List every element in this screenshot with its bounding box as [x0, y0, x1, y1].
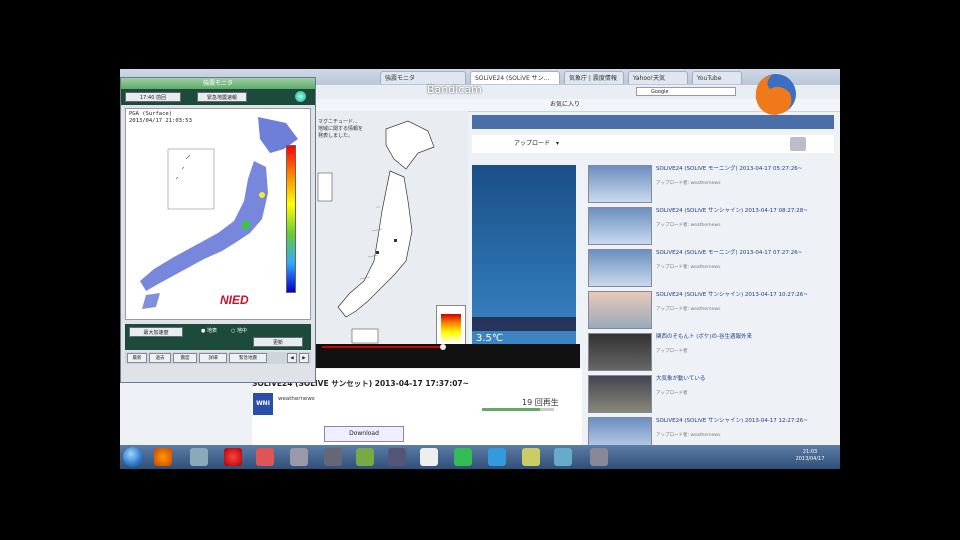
kmon-toolbar: 17:40 前回 緊急地震速報	[121, 89, 315, 105]
radio-surface[interactable]: ● 地表	[201, 327, 217, 334]
channel-name-link[interactable]: weathernews	[278, 396, 315, 402]
tab-detail[interactable]: 詳細	[199, 353, 227, 363]
app-taskbar-icon[interactable]	[388, 448, 406, 466]
map-notice-text: マグニチュード... 地域に関する情報を 発表しました。	[318, 119, 364, 139]
kyoshin-monitor-window: 強震モニタ 17:40 前回 緊急地震速報 PGA (Surface) 2013…	[120, 77, 316, 383]
prev-arrow-icon[interactable]: ◀	[287, 353, 297, 363]
tab-latest[interactable]: 最新	[127, 353, 147, 363]
related-title[interactable]: SOLiVE24 (SOLiVE サンシャイン) 2013-04-17 10:2…	[656, 292, 826, 299]
firefox-logo-icon	[755, 74, 796, 115]
nied-logo: NIED	[220, 293, 249, 307]
windows-taskbar: 21:03 2013/04/17	[120, 445, 840, 469]
video-thumbnail[interactable]	[588, 375, 652, 413]
app-taskbar-icon[interactable]	[590, 448, 608, 466]
intensity-map-panel: マグニチュード... 地域に関する情報を 発表しました。	[316, 111, 468, 351]
start-button[interactable]	[123, 447, 143, 467]
app-taskbar-icon[interactable]	[324, 448, 342, 466]
acceleration-color-scale	[286, 145, 296, 293]
progress-bar[interactable]	[322, 346, 442, 348]
tab-intensity[interactable]: 震度	[173, 353, 197, 363]
related-meta: アップロード者: weathernews	[656, 265, 721, 270]
radio-surface-label: 地表	[206, 328, 217, 334]
related-meta: アップロード者: weathernews	[656, 223, 721, 228]
video-controls-bar[interactable]	[316, 344, 580, 368]
channel-logo[interactable]: WNI	[253, 393, 273, 415]
watermark: Bandicam	[427, 83, 482, 96]
app-taskbar-icon[interactable]	[554, 448, 572, 466]
app-taskbar-icon[interactable]	[454, 448, 472, 466]
video-thumbnail[interactable]	[588, 333, 652, 371]
video-lower-bar	[472, 317, 576, 331]
pga-map: PGA (Surface) 2013/04/17 21:03:53 NIED	[125, 108, 311, 320]
app-taskbar-icon[interactable]	[190, 448, 208, 466]
related-meta: アップロード者: weathernews	[656, 433, 721, 438]
system-clock[interactable]: 21:03 2013/04/17	[784, 449, 836, 463]
skype-taskbar-icon[interactable]	[488, 448, 506, 466]
view-count: 19 回再生	[522, 398, 559, 407]
related-title[interactable]: 関西のそもんト (ボケ)の-谷生週報外来	[656, 334, 826, 341]
radio-underground[interactable]: ○ 地中	[231, 327, 247, 334]
like-ratio-bar	[482, 408, 554, 411]
firefox-taskbar-icon[interactable]	[154, 448, 172, 466]
related-meta: アップロード者: weathernews	[656, 181, 721, 186]
youtube-header-bar	[472, 115, 834, 129]
clock-date: 2013/04/17	[795, 456, 825, 462]
app-taskbar-icon[interactable]	[290, 448, 308, 466]
clock-time: 21:03	[802, 449, 818, 455]
app-taskbar-icon[interactable]	[420, 448, 438, 466]
avatar[interactable]	[790, 137, 806, 151]
radio-underground-label: 地中	[236, 328, 247, 334]
next-arrow-icon[interactable]: ▶	[299, 353, 309, 363]
related-meta: アップロード者	[656, 391, 688, 396]
progress-handle[interactable]	[440, 344, 446, 350]
app-taskbar-icon[interactable]	[356, 448, 374, 466]
related-title[interactable]: SOLiVE24 (SOLiVE サンシャイン) 2013-04-17 08:2…	[656, 208, 826, 215]
app-taskbar-icon[interactable]	[224, 448, 242, 466]
kmon-tab-bar: 最新 過去 震度 詳細 緊急地震 ◀ ▶	[125, 352, 311, 364]
download-button[interactable]: Download	[324, 426, 404, 442]
tab-jma[interactable]: 気象庁 | 震度情報	[564, 71, 624, 84]
previous-button[interactable]: 17:40 前回	[125, 92, 181, 102]
video-player[interactable]	[472, 165, 576, 345]
related-title[interactable]: SOLiVE24 (SOLiVE モーニング) 2013-04-17 07:27…	[656, 250, 826, 257]
folder-taskbar-icon[interactable]	[522, 448, 540, 466]
window-title[interactable]: 強震モニタ	[121, 78, 315, 89]
chevron-down-icon: ▾	[556, 140, 560, 147]
video-thumbnail[interactable]	[588, 291, 652, 329]
app-taskbar-icon[interactable]	[256, 448, 274, 466]
related-meta: アップロード者: weathernews	[656, 307, 721, 312]
related-title[interactable]: 大気象が動いている	[656, 376, 826, 383]
temperature-readout: 3.5℃	[476, 333, 504, 344]
video-thumbnail[interactable]	[588, 165, 652, 203]
tab-past[interactable]: 過去	[149, 353, 171, 363]
tab-solive[interactable]: SOLiVE24 (SOLiVE サン...	[470, 71, 560, 84]
refresh-icon[interactable]	[295, 91, 306, 102]
measurement-select[interactable]: 最大加速度	[129, 327, 183, 337]
tab-eew[interactable]: 緊急地震	[229, 353, 267, 363]
japan-station-map	[140, 117, 298, 309]
tab-youtube[interactable]: YouTube	[692, 71, 742, 84]
video-thumbnail[interactable]	[588, 207, 652, 245]
upload-dropdown[interactable]: アップロード	[514, 135, 550, 153]
youtube-nav-row: アップロード ▾	[472, 135, 834, 153]
desktop-screen: SOLiVE24 (SOLiVE サン... 強震モニタ 気象庁 | 震度情報 …	[120, 69, 840, 469]
search-input[interactable]: Google	[636, 87, 736, 96]
update-button[interactable]: 更新	[253, 337, 303, 347]
eew-button[interactable]: 緊急地震速報	[197, 92, 247, 102]
tab-yahoo-weather[interactable]: Yahoo!天気	[628, 71, 688, 84]
kmon-controls: 最大加速度 ● 地表 ○ 地中 更新	[125, 324, 311, 350]
related-title[interactable]: SOLiVE24 (SOLiVE サンシャイン) 2013-04-17 12:2…	[656, 418, 826, 425]
related-meta: アップロード者	[656, 349, 688, 354]
bookmark-favorites[interactable]: お気に入り	[550, 99, 580, 111]
related-title[interactable]: SOLiVE24 (SOLiVE モーニング) 2013-04-17 05:27…	[656, 166, 826, 173]
related-videos-list: SOLiVE24 (SOLiVE モーニング) 2013-04-17 05:27…	[586, 165, 836, 465]
video-thumbnail[interactable]	[588, 249, 652, 287]
